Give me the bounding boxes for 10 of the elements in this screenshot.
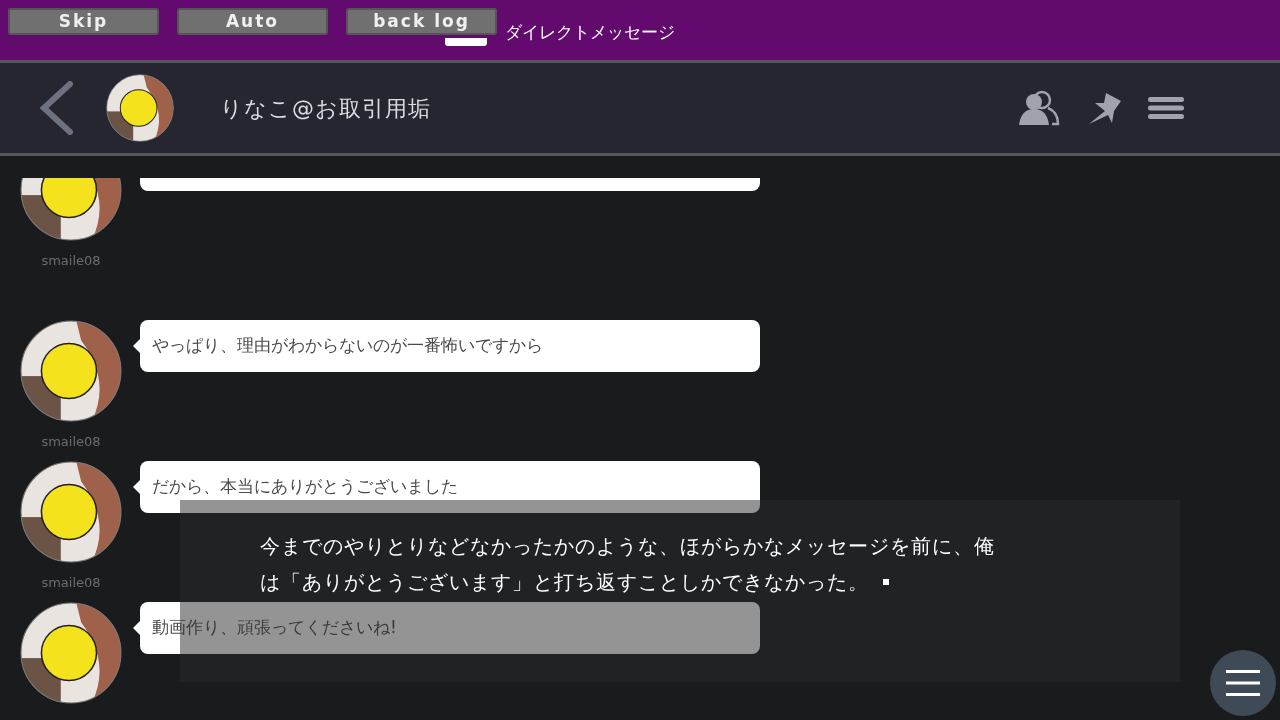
narration-text: 今までのやりとりなどなかったかのような、ほがらかなメッセージを前に、俺 <box>260 533 995 560</box>
toolbar-button[interactable]: back log <box>346 8 497 35</box>
toolbar-button[interactable]: Skip <box>8 8 159 35</box>
sender-name: smaile08 <box>41 574 101 592</box>
sender-name: smaile08 <box>41 252 101 270</box>
toolbar-button[interactable]: Auto <box>177 8 328 35</box>
contact-name: りなこ@お取引用垢 <box>220 94 431 123</box>
sender-name: smaile08 <box>41 433 101 451</box>
narration-text: は「ありがとうございます」と打ち返すことしかできなかった。 <box>260 569 869 596</box>
screen-title: ダイレクトメッセージ <box>505 21 675 44</box>
